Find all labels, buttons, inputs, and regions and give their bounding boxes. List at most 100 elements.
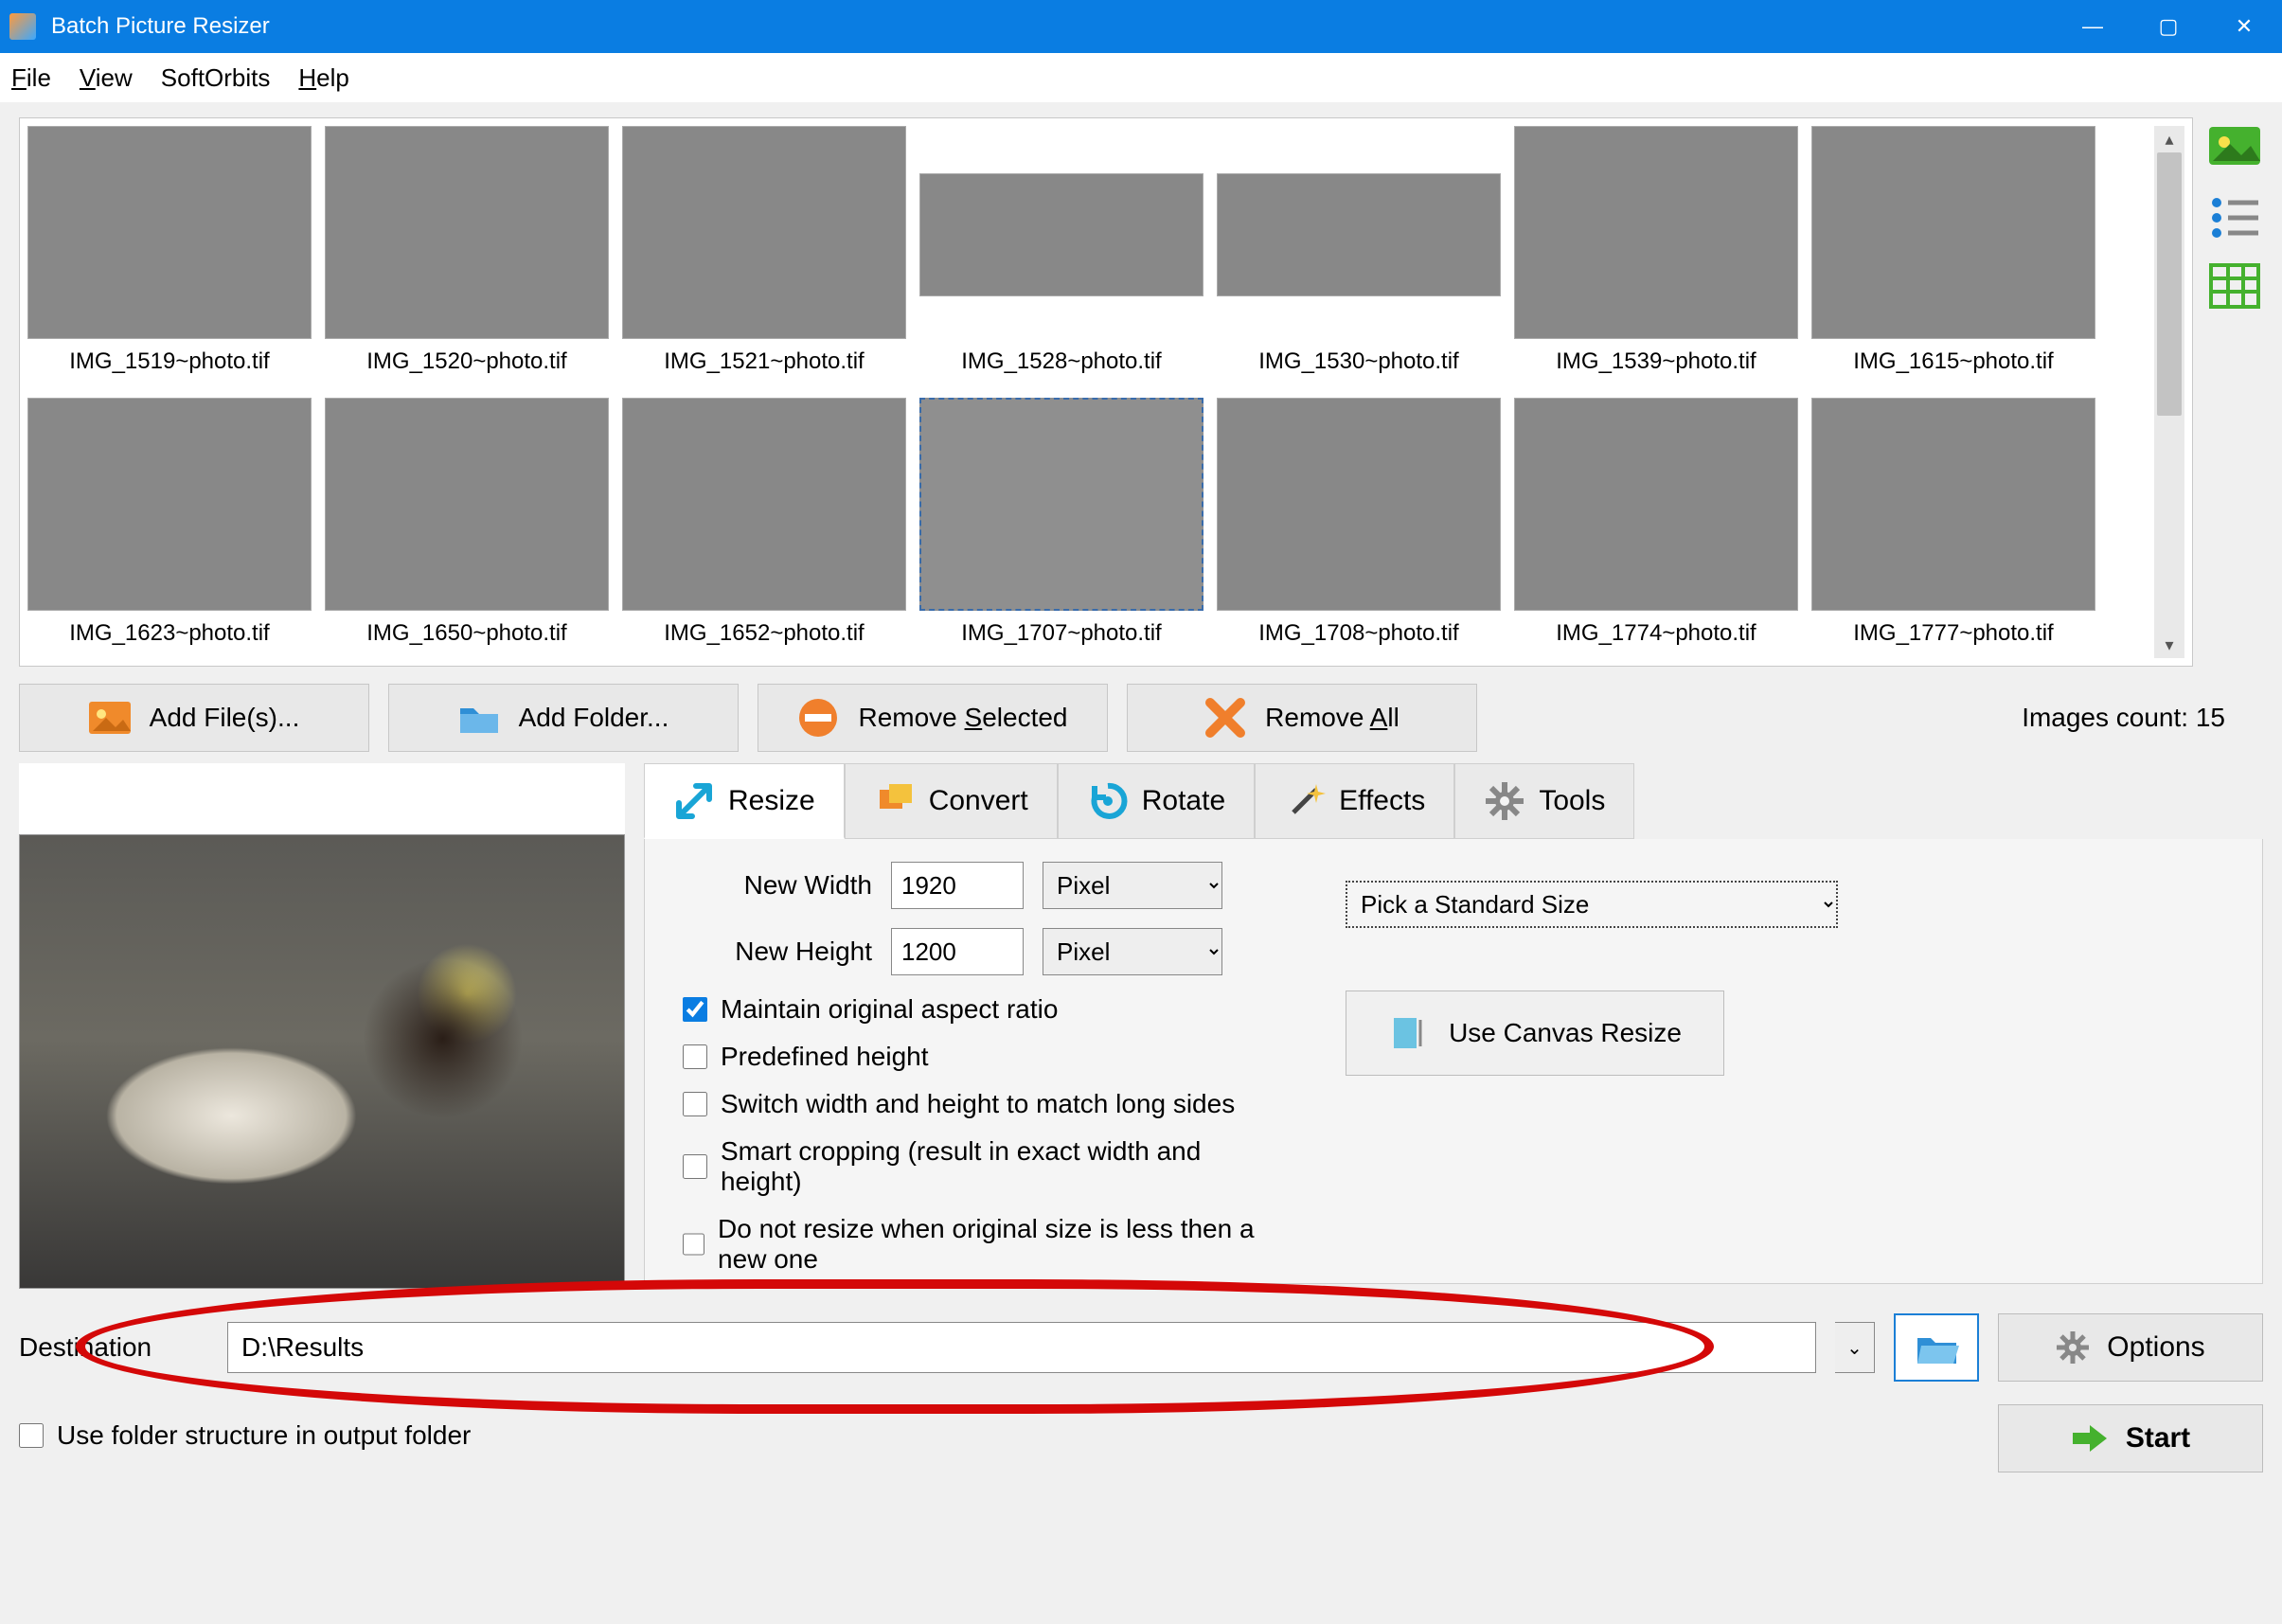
thumbnail-image	[27, 398, 312, 611]
thumbnail-image	[1514, 398, 1798, 611]
thumbnail-image	[1217, 398, 1501, 611]
thumbnail-item[interactable]: IMG_1539~photo.tif	[1514, 126, 1798, 375]
x-icon	[1204, 697, 1246, 739]
predefined-height-label: Predefined height	[721, 1042, 929, 1072]
thumbnail-item[interactable]: IMG_1708~photo.tif	[1217, 398, 1501, 647]
destination-input[interactable]	[227, 1322, 1816, 1373]
thumbnail-label: IMG_1615~photo.tif	[1853, 348, 2053, 375]
predefined-height-checkbox[interactable]	[683, 1044, 707, 1069]
tab-tools-label: Tools	[1539, 785, 1605, 817]
thumbnail-item[interactable]: IMG_1652~photo.tif	[622, 398, 906, 647]
canvas-resize-button[interactable]: Use Canvas Resize	[1346, 990, 1724, 1076]
thumbnail-label: IMG_1652~photo.tif	[664, 620, 864, 647]
tab-resize[interactable]: Resize	[644, 763, 845, 839]
thumbnail-grid: IMG_1519~photo.tif IMG_1520~photo.tif IMG_…	[19, 117, 2193, 667]
scrollbar-thumb[interactable]	[2157, 152, 2182, 416]
tab-convert[interactable]: Convert	[845, 763, 1058, 839]
canvas-resize-label: Use Canvas Resize	[1449, 1018, 1682, 1048]
thumbnail-label: IMG_1528~photo.tif	[961, 348, 1161, 375]
maximize-button[interactable]: ▢	[2130, 0, 2206, 53]
remove-selected-button[interactable]: Remove Selected	[758, 684, 1108, 752]
new-width-input[interactable]	[891, 862, 1024, 909]
tab-effects[interactable]: Effects	[1255, 763, 1454, 839]
thumbnail-item[interactable]: IMG_1623~photo.tif	[27, 398, 312, 647]
maintain-ratio-label: Maintain original aspect ratio	[721, 994, 1058, 1025]
minimize-button[interactable]: —	[2055, 0, 2130, 53]
picture-icon	[89, 697, 131, 739]
destination-label: Destination	[19, 1332, 208, 1363]
wand-icon	[1284, 780, 1326, 822]
add-file-label: Add File(s)...	[150, 703, 300, 733]
menubar: File View SoftOrbits Help	[0, 53, 2282, 102]
menu-file[interactable]: File	[11, 63, 51, 93]
start-label: Start	[2126, 1422, 2190, 1454]
thumbnail-label: IMG_1774~photo.tif	[1556, 620, 1756, 647]
no-entry-icon	[797, 697, 839, 739]
switch-sides-checkbox[interactable]	[683, 1092, 707, 1116]
thumbnail-label: IMG_1521~photo.tif	[664, 348, 864, 375]
new-height-input[interactable]	[891, 928, 1024, 975]
scrollbar-vertical[interactable]: ▴ ▾	[2154, 126, 2184, 658]
thumbnail-item[interactable]: IMG_1707~photo.tif	[919, 398, 1203, 647]
menu-view[interactable]: View	[80, 63, 133, 93]
view-list-icon[interactable]	[2209, 191, 2260, 242]
thumbnail-label: IMG_1530~photo.tif	[1258, 348, 1458, 375]
preview-image	[19, 834, 625, 1289]
options-button[interactable]: Options	[1998, 1313, 2263, 1382]
thumbnail-label: IMG_1520~photo.tif	[366, 348, 566, 375]
add-file-button[interactable]: Add File(s)...	[19, 684, 369, 752]
menu-softorbits[interactable]: SoftOrbits	[161, 63, 271, 93]
view-thumbnails-icon[interactable]	[2209, 121, 2260, 172]
thumbnail-image	[325, 398, 609, 611]
thumbnail-item[interactable]: IMG_1650~photo.tif	[325, 398, 609, 647]
tab-resize-label: Resize	[728, 785, 815, 817]
destination-dropdown-button[interactable]: ⌄	[1835, 1322, 1875, 1373]
remove-all-button[interactable]: Remove All	[1127, 684, 1477, 752]
scroll-down-button[interactable]: ▾	[2154, 632, 2184, 658]
maintain-ratio-checkbox[interactable]	[683, 997, 707, 1022]
folder-open-icon	[1914, 1329, 1959, 1366]
folder-structure-checkbox[interactable]	[19, 1423, 44, 1448]
convert-icon	[874, 780, 916, 822]
thumbnail-item[interactable]: IMG_1520~photo.tif	[325, 126, 609, 375]
resize-pane: New Width Pixel New Height Pixel Maintai…	[644, 839, 2263, 1284]
thumbnail-image	[325, 126, 609, 339]
thumbnail-item[interactable]: IMG_1528~photo.tif	[919, 126, 1203, 375]
start-button[interactable]: Start	[1998, 1404, 2263, 1472]
switch-sides-label: Switch width and height to match long si…	[721, 1089, 1235, 1119]
tab-tools[interactable]: Tools	[1454, 763, 1634, 839]
thumbnail-image	[919, 398, 1203, 611]
tab-effects-label: Effects	[1339, 785, 1425, 817]
thumbnail-label: IMG_1708~photo.tif	[1258, 620, 1458, 647]
thumbnail-label: IMG_1777~photo.tif	[1853, 620, 2053, 647]
add-folder-button[interactable]: Add Folder...	[388, 684, 739, 752]
thumbnail-image	[1217, 173, 1501, 296]
window-title: Batch Picture Resizer	[51, 13, 2055, 40]
smart-crop-checkbox[interactable]	[683, 1154, 707, 1179]
thumbnail-item[interactable]: IMG_1774~photo.tif	[1514, 398, 1798, 647]
tabs: Resize Convert Rotate Effects Tools	[644, 763, 2263, 839]
view-details-icon[interactable]	[2209, 261, 2260, 312]
thumbnail-item[interactable]: IMG_1615~photo.tif	[1811, 126, 2095, 375]
scroll-up-button[interactable]: ▴	[2154, 126, 2184, 152]
thumbnail-image	[919, 173, 1203, 296]
new-width-label: New Width	[683, 870, 872, 901]
gear-icon	[1484, 780, 1525, 822]
tab-rotate[interactable]: Rotate	[1058, 763, 1255, 839]
close-button[interactable]: ✕	[2206, 0, 2282, 53]
thumbnail-image	[622, 398, 906, 611]
titlebar: Batch Picture Resizer — ▢ ✕	[0, 0, 2282, 53]
tab-convert-label: Convert	[929, 785, 1028, 817]
height-unit-select[interactable]: Pixel	[1043, 928, 1222, 975]
view-toolbar	[2206, 117, 2263, 667]
width-unit-select[interactable]: Pixel	[1043, 862, 1222, 909]
no-upscale-checkbox[interactable]	[683, 1232, 704, 1257]
thumbnail-item[interactable]: IMG_1777~photo.tif	[1811, 398, 2095, 647]
menu-help[interactable]: Help	[298, 63, 348, 93]
browse-folder-button[interactable]	[1894, 1313, 1979, 1382]
canvas-icon	[1388, 1014, 1426, 1052]
thumbnail-item[interactable]: IMG_1530~photo.tif	[1217, 126, 1501, 375]
thumbnail-item[interactable]: IMG_1519~photo.tif	[27, 126, 312, 375]
thumbnail-item[interactable]: IMG_1521~photo.tif	[622, 126, 906, 375]
standard-size-select[interactable]: Pick a Standard Size	[1346, 881, 1838, 928]
